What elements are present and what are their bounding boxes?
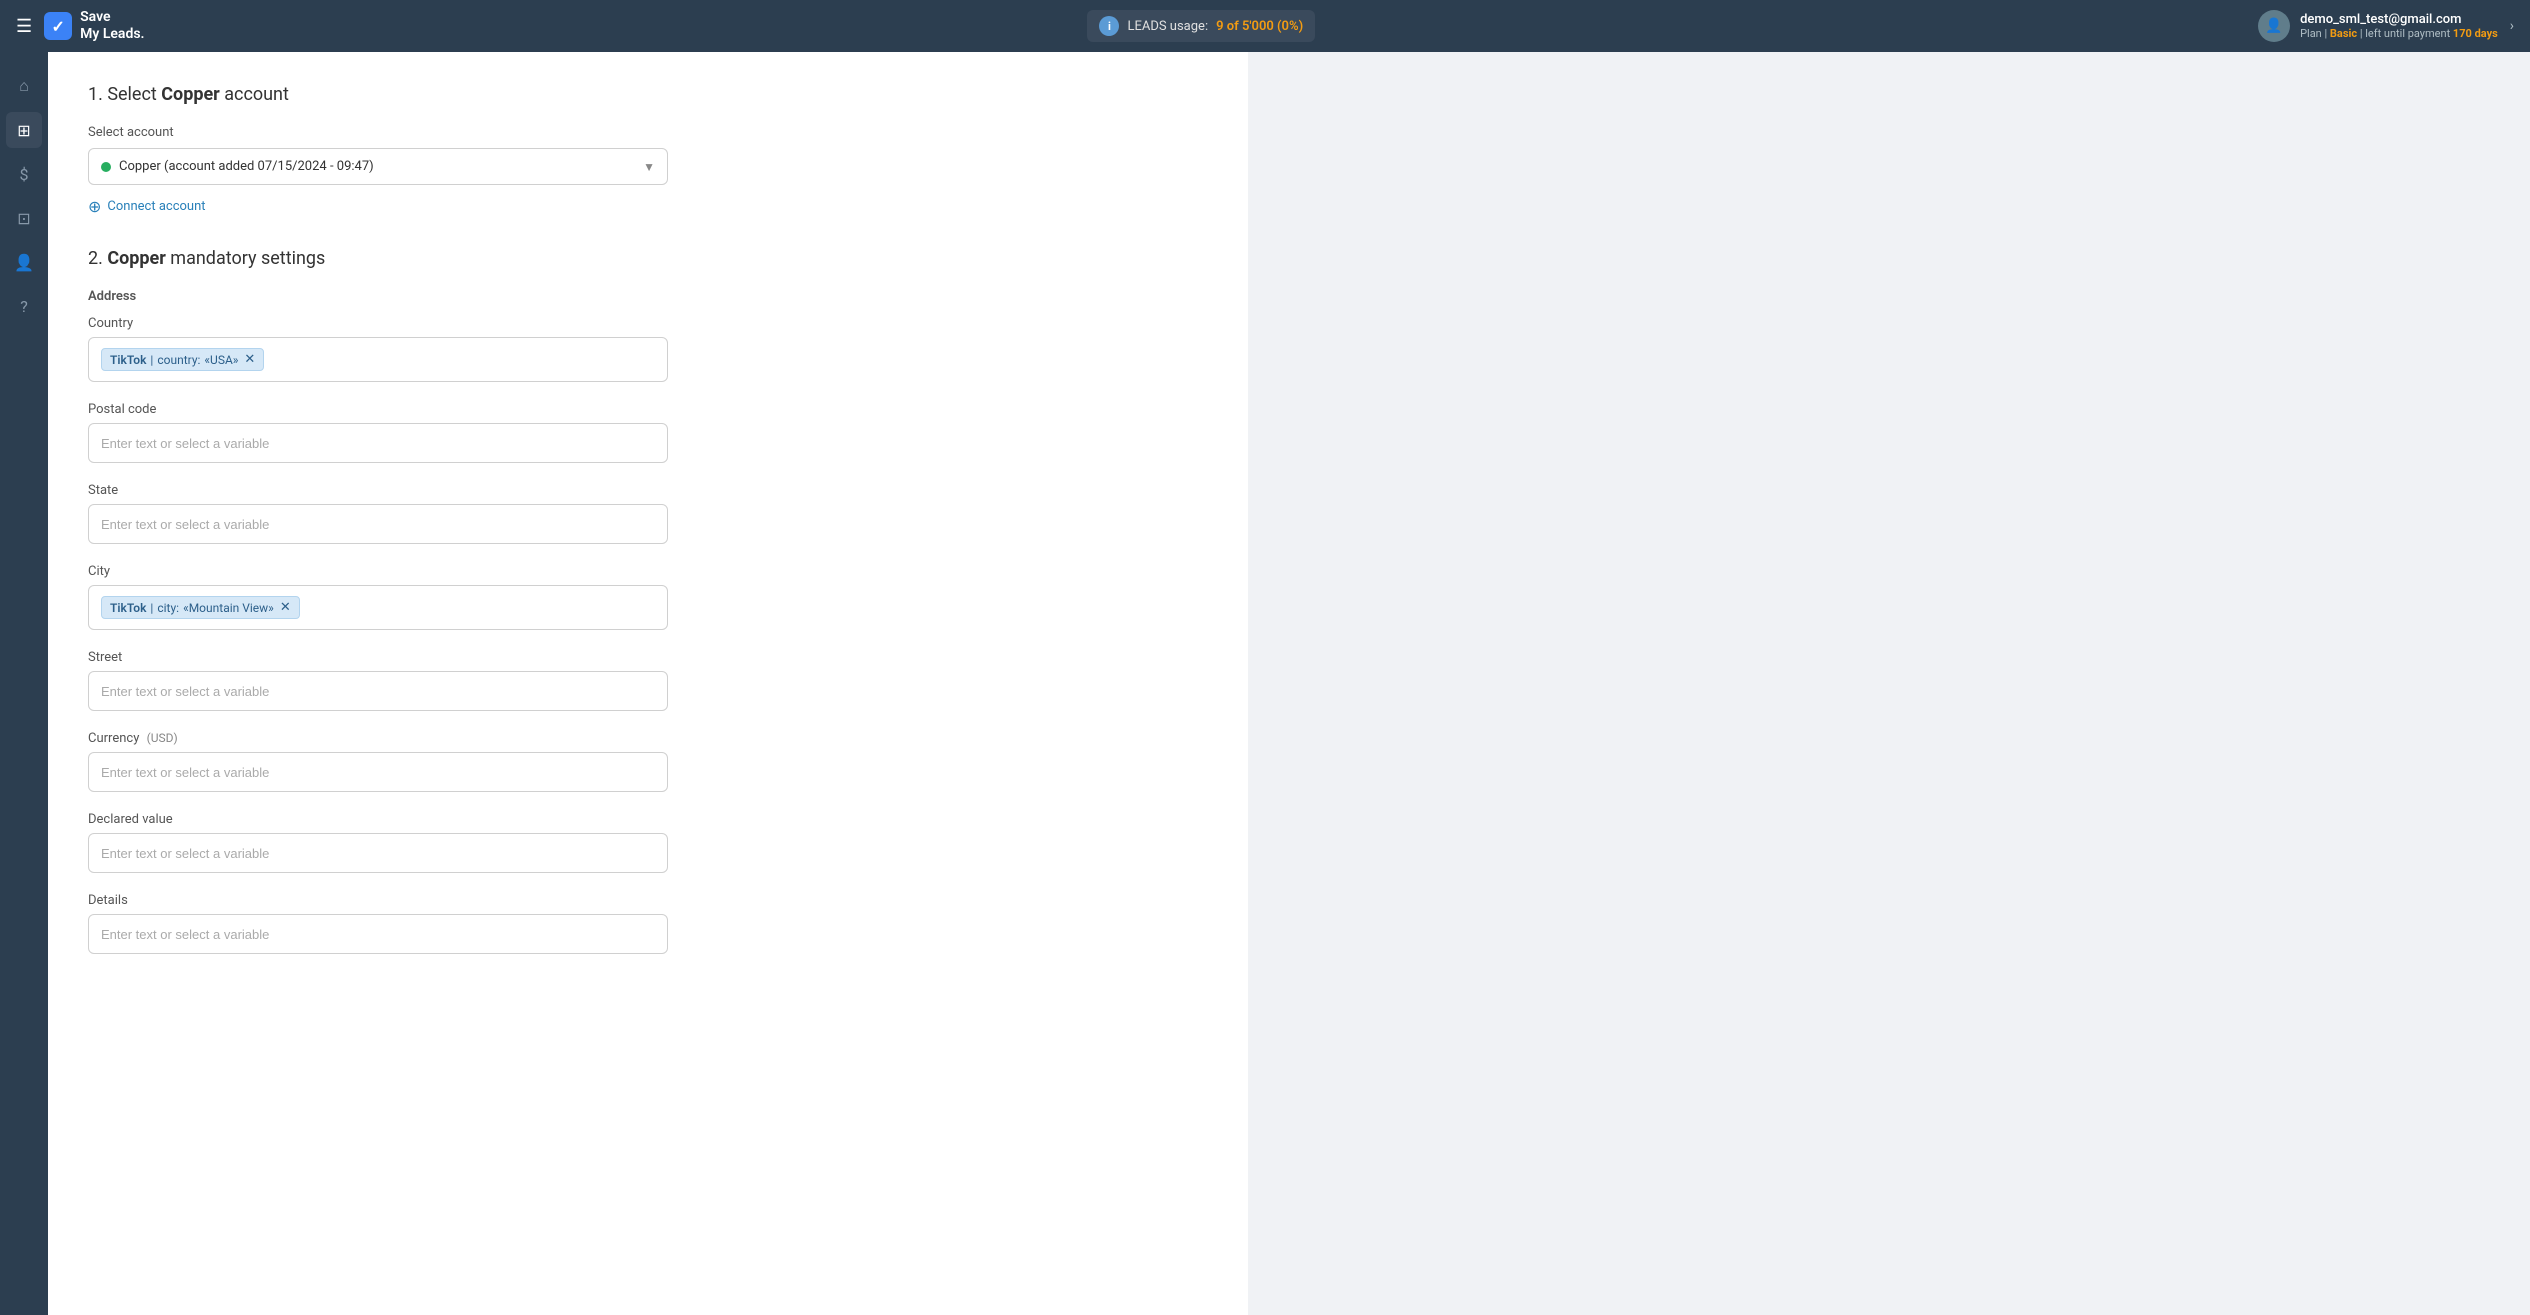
postal-code-label: Postal code — [88, 402, 1208, 417]
state-input[interactable] — [88, 504, 668, 544]
logo-text: Save My Leads. — [80, 9, 144, 43]
sidebar-item-billing[interactable]: $ — [6, 156, 42, 192]
postal-code-field-group: Postal code — [88, 402, 1208, 463]
logo-checkmark: ✓ — [51, 17, 64, 36]
dropdown-chevron-icon: ▼ — [643, 160, 655, 174]
user-plan: Plan | Basic | left until payment 170 da… — [2300, 27, 2498, 40]
section-2-title: 2. Copper mandatory settings — [88, 248, 1208, 269]
declared-value-input[interactable] — [88, 833, 668, 873]
hamburger-icon[interactable]: ☰ — [16, 16, 32, 37]
city-label: City — [88, 564, 1208, 579]
user-info: demo_sml_test@gmail.com Plan | Basic | l… — [2300, 12, 2498, 40]
leads-count: 9 of 5'000 (0%) — [1216, 19, 1303, 34]
street-input[interactable] — [88, 671, 668, 711]
sidebar-item-integrations[interactable]: ⊞ — [6, 112, 42, 148]
sidebar-item-help[interactable]: ? — [6, 288, 42, 324]
currency-field-group: Currency (USD) — [88, 731, 1208, 792]
details-field-group: Details — [88, 893, 1208, 954]
country-chip-remove[interactable]: ✕ — [244, 352, 255, 367]
state-field-group: State — [88, 483, 1208, 544]
sidebar-item-home[interactable]: ⌂ — [6, 68, 42, 104]
sidebar: ⌂ ⊞ $ ⊡ 👤 ? — [0, 52, 48, 1315]
sidebar-item-tools[interactable]: ⊡ — [6, 200, 42, 236]
details-label: Details — [88, 893, 1208, 908]
postal-code-input[interactable] — [88, 423, 668, 463]
selected-account-text: Copper (account added 07/15/2024 - 09:47… — [119, 159, 374, 174]
chevron-right-icon[interactable]: › — [2510, 18, 2514, 34]
address-subsection-label: Address — [88, 289, 1208, 304]
street-field-group: Street — [88, 650, 1208, 711]
page-content: 1. Select Copper account Select account … — [48, 52, 1248, 1315]
declared-value-label: Declared value — [88, 812, 1208, 827]
connect-account-link[interactable]: ⊕ Connect account — [88, 197, 1208, 216]
sidebar-item-account[interactable]: 👤 — [6, 244, 42, 280]
state-label: State — [88, 483, 1208, 498]
section-1-title: 1. Select Copper account — [88, 84, 1208, 105]
country-label: Country — [88, 316, 1208, 331]
currency-input[interactable] — [88, 752, 668, 792]
leads-label: LEADS usage: — [1127, 19, 1208, 34]
logo: ✓ Save My Leads. — [44, 9, 144, 43]
city-field-group: City TikTok | city: «Mountain View» ✕ — [88, 564, 1208, 630]
country-chip: TikTok | country: «USA» ✕ — [101, 348, 264, 371]
info-icon: i — [1099, 16, 1119, 36]
user-email: demo_sml_test@gmail.com — [2300, 12, 2498, 27]
country-field-group: Country TikTok | country: «USA» ✕ — [88, 316, 1208, 382]
city-chip: TikTok | city: «Mountain View» ✕ — [101, 596, 300, 619]
country-input[interactable]: TikTok | country: «USA» ✕ — [88, 337, 668, 382]
top-navbar: ☰ ✓ Save My Leads. i LEADS usage: 9 of 5… — [0, 0, 2530, 52]
city-input[interactable]: TikTok | city: «Mountain View» ✕ — [88, 585, 668, 630]
city-chip-remove[interactable]: ✕ — [280, 600, 291, 615]
connected-indicator — [101, 162, 111, 172]
leads-badge: i LEADS usage: 9 of 5'000 (0%) — [1087, 10, 1315, 42]
section-2: 2. Copper mandatory settings Address Cou… — [88, 248, 1208, 954]
plus-circle-icon: ⊕ — [88, 197, 101, 216]
details-input[interactable] — [88, 914, 668, 954]
account-dropdown[interactable]: Copper (account added 07/15/2024 - 09:47… — [88, 148, 668, 185]
content-area: 1. Select Copper account Select account … — [48, 52, 2530, 1315]
logo-icon: ✓ — [44, 12, 72, 40]
user-avatar: 👤 — [2258, 10, 2290, 42]
select-account-label: Select account — [88, 125, 1208, 140]
street-label: Street — [88, 650, 1208, 665]
user-section: 👤 demo_sml_test@gmail.com Plan | Basic |… — [2258, 10, 2498, 42]
declared-value-field-group: Declared value — [88, 812, 1208, 873]
currency-label: Currency (USD) — [88, 731, 1208, 746]
section-1: 1. Select Copper account Select account … — [88, 84, 1208, 216]
